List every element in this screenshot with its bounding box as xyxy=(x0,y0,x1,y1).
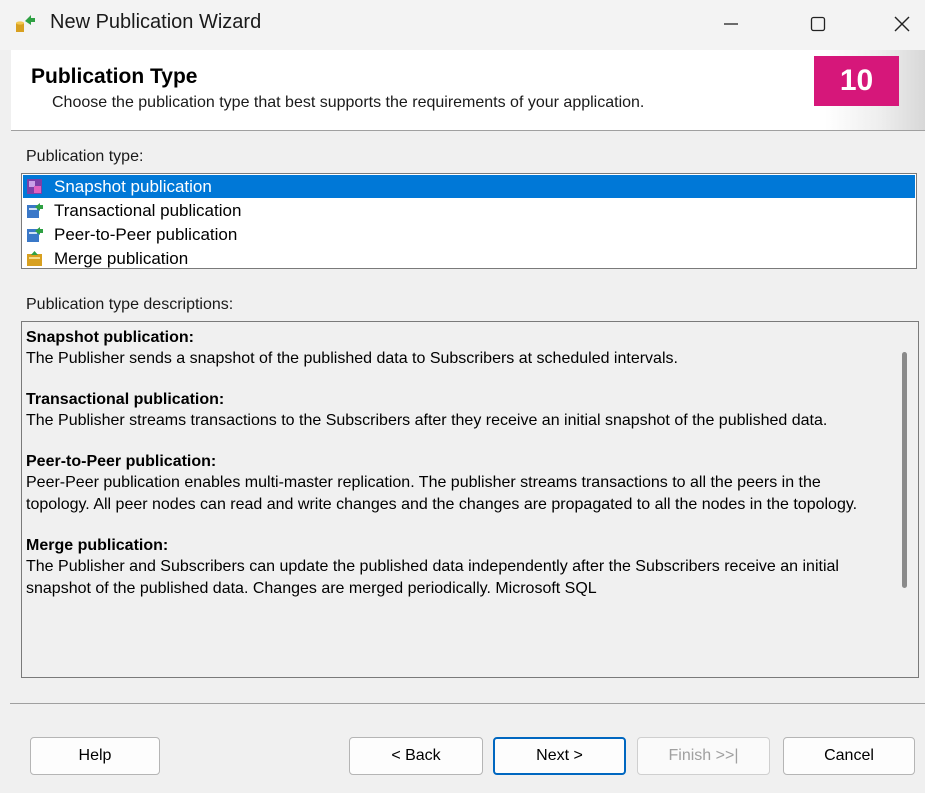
close-button[interactable] xyxy=(879,6,925,42)
window-title: New Publication Wizard xyxy=(50,11,262,33)
descriptions-textbox[interactable]: Snapshot publication: The Publisher send… xyxy=(21,321,919,678)
page-title: Publication Type xyxy=(31,65,198,88)
maximize-button[interactable] xyxy=(795,6,841,42)
finish-button[interactable]: Finish >>| xyxy=(637,737,770,775)
maximize-icon xyxy=(810,16,826,32)
merge-publication-icon xyxy=(27,251,42,266)
help-button[interactable]: Help xyxy=(30,737,160,775)
snapshot-publication-icon xyxy=(27,179,42,194)
list-item-snapshot-publication[interactable]: Snapshot publication xyxy=(23,175,915,198)
list-item-label: Transactional publication xyxy=(54,201,242,220)
publication-type-list[interactable]: Snapshot publication Transactional publi… xyxy=(21,173,917,269)
close-icon xyxy=(894,16,910,32)
list-item-label: Snapshot publication xyxy=(54,177,212,196)
list-item-merge-publication[interactable]: Merge publication xyxy=(23,247,915,270)
title-bar: New Publication Wizard xyxy=(0,0,925,50)
description-text: The Publisher streams transactions to th… xyxy=(26,412,828,429)
wizard-app-icon xyxy=(16,15,35,32)
step-badge: 10 xyxy=(814,56,899,106)
description-snapshot: Snapshot publication: The Publisher send… xyxy=(26,327,886,370)
description-peer-to-peer: Peer-to-Peer publication: Peer-Peer publ… xyxy=(26,451,886,516)
description-text: Peer-Peer publication enables multi-mast… xyxy=(26,474,858,513)
wizard-header: Publication Type Choose the publication … xyxy=(11,50,925,131)
transactional-publication-icon xyxy=(27,203,43,218)
description-heading: Peer-to-Peer publication: xyxy=(26,453,217,470)
list-item-label: Merge publication xyxy=(54,249,189,268)
list-item-peer-to-peer-publication[interactable]: Peer-to-Peer publication xyxy=(23,223,915,246)
description-transactional: Transactional publication: The Publisher… xyxy=(26,389,886,432)
description-heading: Transactional publication: xyxy=(26,391,225,408)
back-button[interactable]: < Back xyxy=(349,737,483,775)
descriptions-label: Publication type descriptions: xyxy=(26,296,234,313)
footer-separator xyxy=(10,703,925,704)
description-heading: Merge publication: xyxy=(26,537,169,554)
descriptions-content: Snapshot publication: The Publisher send… xyxy=(26,327,886,619)
next-button[interactable]: Next > xyxy=(493,737,626,775)
publication-type-label: Publication type: xyxy=(26,148,144,165)
description-text: The Publisher and Subscribers can update… xyxy=(26,558,839,597)
minimize-icon xyxy=(724,23,738,25)
page-subtitle: Choose the publication type that best su… xyxy=(52,94,645,111)
vertical-scrollbar-thumb[interactable] xyxy=(902,352,907,588)
description-merge: Merge publication: The Publisher and Sub… xyxy=(26,535,886,600)
peer-to-peer-publication-icon xyxy=(27,227,43,242)
list-item-label: Peer-to-Peer publication xyxy=(54,225,238,244)
list-item-transactional-publication[interactable]: Transactional publication xyxy=(23,199,915,222)
description-text: The Publisher sends a snapshot of the pu… xyxy=(26,350,678,367)
description-heading: Snapshot publication: xyxy=(26,329,194,346)
cancel-button[interactable]: Cancel xyxy=(783,737,915,775)
minimize-button[interactable] xyxy=(708,6,754,42)
